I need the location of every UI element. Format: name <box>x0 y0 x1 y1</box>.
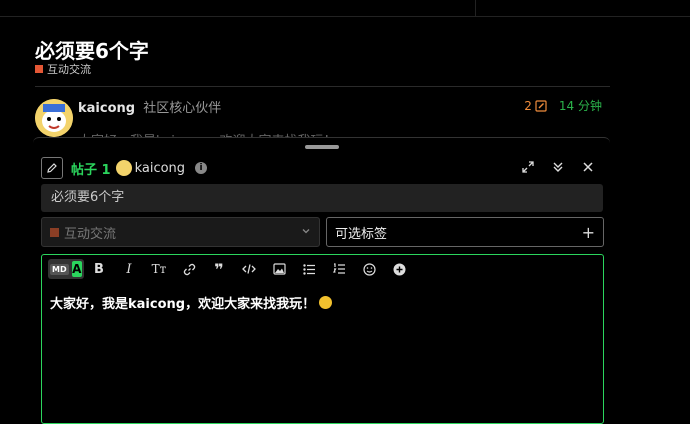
category-select-value: 互动交流 <box>64 226 117 242</box>
rich-text-icon: A <box>71 261 82 277</box>
chevron-down-icon <box>301 225 311 240</box>
image-icon[interactable] <box>264 259 294 279</box>
editor[interactable]: MD A B I Tт ❞ 大家好，我是kaicong，欢迎大家来找我玩！ <box>41 254 604 424</box>
top-divider <box>0 16 690 17</box>
plus-icon: + <box>581 222 595 242</box>
expand-icon[interactable] <box>519 157 537 177</box>
info-icon[interactable]: i <box>195 162 208 174</box>
close-icon[interactable] <box>579 157 597 177</box>
topic-category[interactable]: 互动交流 <box>35 61 91 77</box>
post-age[interactable]: 14 分钟 <box>559 97 602 114</box>
composer: 帖子 1 kaicong i 必须要6个字 互动交流 可选标签 + MD A B… <box>33 137 610 424</box>
topic-title[interactable]: 必须要6个字 <box>35 35 149 64</box>
category-color-swatch <box>35 65 43 73</box>
avatar[interactable] <box>35 99 73 137</box>
editor-text: 大家好，我是kaicong，欢迎大家来找我玩！ <box>50 297 316 312</box>
topic-category-label: 互动交流 <box>47 63 91 76</box>
post-meta: 2 14 分钟 <box>524 97 602 114</box>
composer-action-button[interactable] <box>41 157 63 179</box>
collapse-icon[interactable] <box>549 157 567 177</box>
editor-content[interactable]: 大家好，我是kaicong，欢迎大家来找我玩！ <box>50 293 333 312</box>
post-age-label: 14 分钟 <box>558 99 602 113</box>
bullet-list-icon[interactable] <box>294 259 324 279</box>
poster-info: kaicong 社区核心伙伴 <box>78 97 221 116</box>
reply-username[interactable]: kaicong <box>135 161 185 176</box>
pencil-icon <box>47 163 57 173</box>
code-icon[interactable] <box>234 259 264 279</box>
reply-user-avatar <box>115 160 132 176</box>
top-separator <box>475 0 476 16</box>
pencil-icon <box>535 99 547 112</box>
category-select[interactable]: 互动交流 <box>41 217 320 247</box>
markdown-rich-toggle[interactable]: MD A <box>48 259 84 279</box>
markdown-icon: MD <box>50 263 69 275</box>
divider <box>35 86 610 87</box>
tag-select[interactable]: 可选标签 + <box>326 217 604 247</box>
editor-toolbar: MD A B I Tт ❞ <box>48 259 414 279</box>
plus-circle-icon[interactable] <box>384 259 414 279</box>
link-icon[interactable] <box>174 259 204 279</box>
heading-button[interactable]: Tт <box>144 259 174 279</box>
numbered-list-icon[interactable] <box>324 259 354 279</box>
composer-resize-grip[interactable] <box>305 145 339 149</box>
composer-header: 帖子 1 kaicong i <box>41 157 602 179</box>
category-color-swatch <box>50 227 59 237</box>
tag-select-placeholder: 可选标签 <box>335 226 388 242</box>
edit-count: 2 <box>524 98 532 113</box>
poster-title: 社区核心伙伴 <box>143 101 222 116</box>
quote-icon[interactable]: ❞ <box>204 259 234 279</box>
emoji-icon[interactable] <box>354 259 384 279</box>
edit-history-button[interactable]: 2 <box>524 99 547 113</box>
grin-emoji-icon <box>319 296 333 309</box>
title-input[interactable]: 必须要6个字 <box>41 184 603 212</box>
poster-username[interactable]: kaicong <box>78 101 135 116</box>
bold-button[interactable]: B <box>84 259 114 279</box>
reply-to-label[interactable]: 帖子 1 <box>71 159 111 178</box>
italic-button[interactable]: I <box>114 259 144 279</box>
